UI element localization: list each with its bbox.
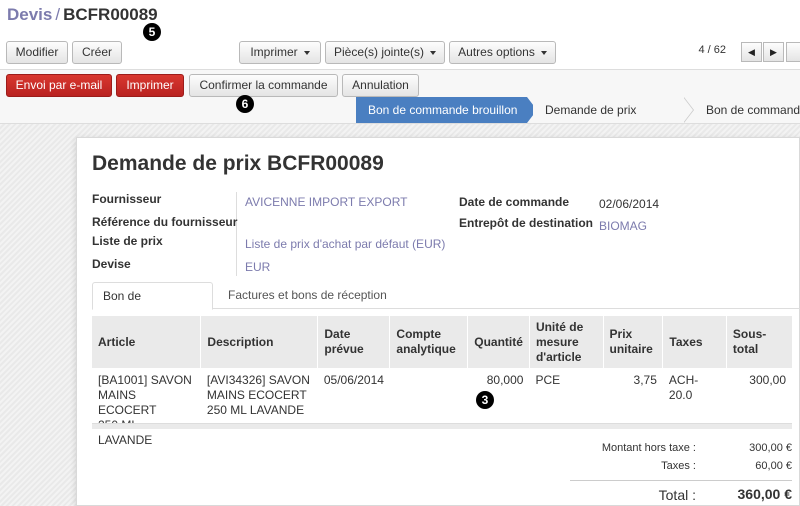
chevron-down-icon [540,50,547,55]
column-header-quantity[interactable]: Quantité [467,316,530,368]
column-header-taxes[interactable]: Taxes [662,316,727,368]
column-header-date-line2: prévue [324,342,364,356]
column-header-uom-line3: d'article [535,349,582,364]
stage-purchase-order[interactable]: Bon de commande [694,97,800,123]
more-options-label: Autres options [458,45,535,59]
column-header-article[interactable]: Article [92,316,201,368]
column-header-account[interactable]: Compte analytique [389,316,468,368]
attachments-dropdown-button[interactable]: Pièce(s) jointe(s) [325,41,445,64]
arrow-right-icon: ▶ [770,47,777,57]
arrow-left-icon: ◀ [748,47,755,57]
send-email-button[interactable]: Envoi par e-mail [6,74,112,97]
currency-value[interactable]: EUR [245,260,270,274]
column-header-uom[interactable]: Unité de mesure d'article [528,316,604,368]
untaxed-amount-value: 300,00 € [749,442,792,454]
column-header-date-line1: Date [324,327,351,341]
column-header-unit-price[interactable]: Prix unitaire [602,316,663,368]
cell-taxes: ACH-20.0 [668,373,699,402]
more-options-dropdown-button[interactable]: Autres options [449,41,556,64]
column-header-date[interactable]: Date prévue [317,316,390,368]
cell-subtotal: 300,00 [749,373,786,387]
table-footer [92,423,792,429]
warehouse-label: Entrepôt de destination [459,216,594,230]
order-date-label: Date de commande [459,195,570,209]
breadcrumb-separator: / [55,5,61,24]
breadcrumb-parent-link[interactable]: Devis [7,5,52,24]
column-header-account-line1: Compte [396,327,442,341]
currency-label: Devise [92,257,131,271]
total-label: Total : [658,487,696,503]
order-date-value: 02/06/2014 [599,197,660,211]
stage-separator-chevron [683,97,693,123]
confirm-order-button[interactable]: Confirmer la commande [189,74,338,97]
order-lines-table: Article Description Date prévue Compte ana… [92,316,792,453]
chevron-down-icon [303,50,310,55]
cell-article-line1: [BA1001] SAVON [98,373,192,387]
taxes-amount-label: Taxes : [661,460,696,472]
annotation-badge-3: 3 [476,391,494,409]
next-record-button[interactable]: ▶ [763,42,784,62]
taxes-amount-value: 60,00 € [755,460,792,472]
field-divider [236,192,237,276]
cell-article: [BA1001] SAVONMAINS ECOCERT250 ML LAVAND… [92,368,201,453]
tab-purchase-order[interactable]: Bon de commande [92,282,213,329]
next-record-button-cut[interactable] [786,42,800,62]
cell-uom: PCE [535,373,561,387]
annotation-badge-5: 5 [143,23,161,41]
supplier-label: Fournisseur [92,192,162,206]
print-dropdown-label: Imprimer [250,45,298,59]
cell-description-line2: MAINS ECOCERT [206,388,307,402]
create-button[interactable]: Créer [72,41,122,64]
total-value: 360,00 € [737,486,793,502]
totals-divider [570,480,792,481]
stage-draft-po[interactable]: Bon de commande brouillon [356,97,527,123]
supplier-value[interactable]: AVICENNE IMPORT EXPORT [245,195,407,209]
cell-article-line2: MAINS ECOCERT [98,388,157,417]
pager-value: 4 / 62 [698,44,726,56]
tab-invoices-receptions[interactable]: Factures et bons de réception [218,282,398,310]
column-header-price-line1: Prix [609,327,633,341]
untaxed-amount-label: Montant hors taxe : [601,442,696,454]
edit-button[interactable]: Modifier [6,41,68,64]
chevron-down-icon [430,50,437,55]
pricelist-label: Liste de prix [92,234,163,248]
column-header-account-line2: analytique [396,342,456,356]
previous-record-button[interactable]: ◀ [741,42,762,62]
cell-description-line3: 250 ML LAVANDE [206,403,305,417]
column-header-subtotal[interactable]: Sous-total [725,316,792,368]
breadcrumb: Devis / BCFR00089 [7,5,158,25]
cancel-button[interactable]: Annulation [342,74,419,97]
column-header-uom-line1: Unité de [535,319,584,334]
column-header-uom-line2: mesure [535,334,579,349]
print-button[interactable]: Imprimer [116,74,184,97]
cell-description: [AVI34326] SAVON MAINS ECOCERT 250 ML LAVA… [201,368,318,453]
cell-account [390,368,468,453]
print-dropdown-button[interactable]: Imprimer [239,41,321,64]
annotation-badge-6: 6 [236,95,254,113]
cell-quantity: 80,000 [486,373,524,387]
column-header-price-line2: unitaire [609,342,653,356]
stage-rfq-sent[interactable]: Demande de prix envoyée [533,97,685,143]
table-row[interactable]: [BA1001] SAVONMAINS ECOCERT250 ML LAVAND… [92,368,792,453]
cell-unit-price: 3,75 [633,373,657,387]
cell-description-line1: [AVI34326] SAVON [206,373,310,387]
page-title: Demande de prix BCFR00089 [92,152,384,175]
attachments-dropdown-label: Pièce(s) jointe(s) [333,45,425,59]
breadcrumb-current: BCFR00089 [63,5,158,24]
column-header-description[interactable]: Description [200,316,318,368]
pricelist-value[interactable]: Liste de prix d'achat par défaut (EUR) [245,237,445,251]
cell-date: 05/06/2014 [323,373,384,387]
table-header-row: Article Description Date prévue Compte ana… [92,316,792,368]
warehouse-value[interactable]: BIOMAG [599,219,647,233]
supplier-reference-label: Référence du fournisseur [92,215,238,229]
